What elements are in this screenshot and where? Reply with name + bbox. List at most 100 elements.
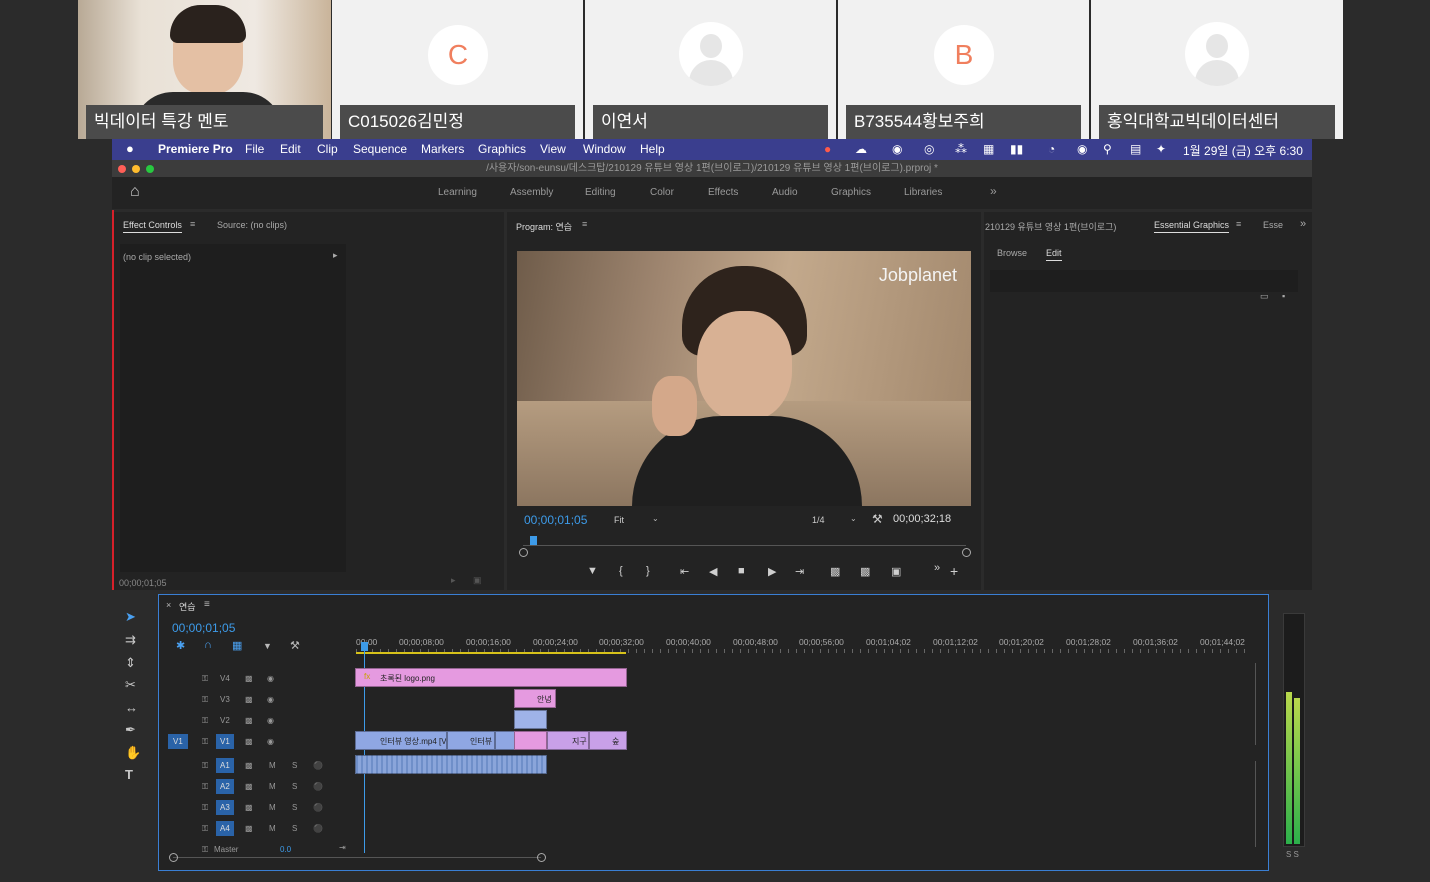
monitor-zoom-end[interactable] xyxy=(962,548,971,557)
workspace-color[interactable]: Color xyxy=(650,187,674,198)
lock-icon[interactable]: ⚿ xyxy=(202,782,208,792)
vertical-scrollbar-audio[interactable] xyxy=(1255,761,1256,847)
microphone-icon[interactable]: ⚫ xyxy=(313,824,323,833)
stop-icon[interactable]: ■ xyxy=(738,565,745,577)
sync-lock-icon[interactable]: ▩ xyxy=(245,761,253,770)
filter-icon[interactable]: ▸ xyxy=(451,575,456,586)
go-to-end-icon[interactable]: ⇥ xyxy=(339,843,346,852)
insert-sequence-icon[interactable]: ▦ xyxy=(232,639,242,652)
lock-icon[interactable]: ⚿ xyxy=(202,674,208,684)
more-workspaces-icon[interactable]: » xyxy=(990,184,997,198)
sync-lock-icon[interactable]: ▩ xyxy=(245,695,253,704)
sync-lock-icon[interactable]: ▩ xyxy=(245,803,253,812)
track-header-v4[interactable]: ⚿ V4 ▩ ◉ xyxy=(159,669,354,689)
tab-project[interactable]: 210129 유튜브 영상 1편(브이로그) xyxy=(985,220,1116,233)
user-icon[interactable]: ◉ xyxy=(1077,142,1087,156)
menu-sequence[interactable]: Sequence xyxy=(353,142,407,156)
workspace-effects[interactable]: Effects xyxy=(708,187,738,198)
bluetooth-icon[interactable]: ⁂ xyxy=(955,142,967,156)
menu-markers[interactable]: Markers xyxy=(421,142,464,156)
scroll-handle-left[interactable] xyxy=(169,853,178,862)
track-header-a3[interactable]: ⚿ A3 ▩ M S ⚫ xyxy=(159,798,354,818)
selection-tool-icon[interactable]: ➤ xyxy=(125,609,136,625)
clip-forest[interactable]: 숲 xyxy=(589,731,627,750)
solo-icon[interactable]: S xyxy=(292,782,297,791)
menu-graphics[interactable]: Graphics xyxy=(478,142,526,156)
horizontal-scrollbar[interactable] xyxy=(173,857,541,858)
add-marker-icon[interactable]: ▼ xyxy=(263,641,272,651)
lock-icon[interactable]: ⚿ xyxy=(202,716,208,726)
lock-icon[interactable]: ⚿ xyxy=(202,845,208,855)
ripple-edit-tool-icon[interactable]: ⇕ xyxy=(125,655,136,671)
pen-tool-icon[interactable]: ✒ xyxy=(125,722,136,738)
menu-clock[interactable]: 1월 29일 (금) 오후 6:30 xyxy=(1183,142,1303,159)
menu-window[interactable]: Window xyxy=(583,142,626,156)
monitor-zoom-start[interactable] xyxy=(519,548,528,557)
tab-source[interactable]: Source: (no clips) xyxy=(217,220,287,230)
monitor-scrub-bar[interactable] xyxy=(523,545,966,546)
go-to-out-icon[interactable]: ⇥ xyxy=(795,565,804,578)
playhead-handle[interactable] xyxy=(361,642,368,651)
track-header-v1[interactable]: V1 ⚿ V1 ▩ ◉ xyxy=(159,732,354,752)
track-header-v3[interactable]: ⚿ V3 ▩ ◉ xyxy=(159,690,354,710)
wrench-icon[interactable]: ⚒ xyxy=(872,512,883,526)
export-icon[interactable]: ▣ xyxy=(473,575,482,586)
clip-audio-a1[interactable] xyxy=(355,755,547,774)
track-header-a1[interactable]: ⚿ A1 ▩ M S ⚫ xyxy=(159,756,354,776)
participant-tile-mentor[interactable]: 빅데이터 특강 멘토 xyxy=(78,0,331,139)
panel-menu-icon[interactable]: ≡ xyxy=(582,219,587,229)
go-to-in-icon[interactable]: ⇤ xyxy=(680,565,689,578)
clip-interview-2[interactable]: 인터뷰 xyxy=(447,731,495,750)
mute-icon[interactable]: M xyxy=(269,803,276,812)
slip-tool-icon[interactable]: ↔ xyxy=(125,700,138,715)
mute-icon[interactable]: M xyxy=(269,782,276,791)
program-timecode[interactable]: 00;00;01;05 xyxy=(524,513,587,527)
track-header-v2[interactable]: ⚿ V2 ▩ ◉ xyxy=(159,711,354,731)
close-sequence-icon[interactable]: × xyxy=(166,600,171,610)
tab-essential-graphics[interactable]: Essential Graphics xyxy=(1154,220,1230,233)
lock-icon[interactable]: ⚿ xyxy=(202,695,208,705)
clip-v1-pink[interactable] xyxy=(514,731,547,750)
lock-icon[interactable]: ⚿ xyxy=(202,737,208,747)
eye-icon[interactable]: ◉ xyxy=(267,674,274,683)
mark-out-icon[interactable]: } xyxy=(646,565,650,577)
solo-icon[interactable]: S xyxy=(292,824,297,833)
sync-lock-icon[interactable]: ▩ xyxy=(245,824,253,833)
keyboard-icon[interactable]: ▦ xyxy=(983,142,994,156)
participant-tile-c[interactable]: C C015026김민정 xyxy=(332,0,583,139)
clip-title-annyeong[interactable]: 안녕 xyxy=(514,689,556,708)
new-layer-folder-icon[interactable]: ▭ xyxy=(1260,291,1269,302)
sync-lock-icon[interactable]: ▩ xyxy=(245,674,253,683)
mark-in-icon[interactable]: { xyxy=(619,565,623,577)
more-controls-icon[interactable]: » xyxy=(934,562,940,574)
master-volume-value[interactable]: 0.0 xyxy=(280,845,291,854)
eye-icon[interactable]: ◉ xyxy=(267,737,274,746)
workspace-audio[interactable]: Audio xyxy=(772,187,798,198)
workspace-learning[interactable]: Learning xyxy=(438,187,477,198)
fit-dropdown[interactable]: Fit xyxy=(614,515,624,525)
type-tool-icon[interactable]: T xyxy=(125,767,133,782)
menu-clip[interactable]: Clip xyxy=(317,142,338,156)
step-back-icon[interactable]: ◀ xyxy=(709,565,717,578)
expand-arrow-icon[interactable]: ▸ xyxy=(333,250,338,261)
menu-app-name[interactable]: Premiere Pro xyxy=(158,142,233,156)
snap-icon[interactable]: ✱ xyxy=(176,639,185,652)
battery-icon[interactable]: ▮▮ xyxy=(1010,142,1023,156)
clip-earth[interactable]: 지구 xyxy=(547,731,589,750)
wifi-icon[interactable]: ◔ xyxy=(1048,142,1055,156)
menu-help[interactable]: Help xyxy=(640,142,665,156)
lock-icon[interactable]: ⚿ xyxy=(202,761,208,771)
participant-tile-person2[interactable]: 홍익대학교빅데이터센터 xyxy=(1091,0,1343,139)
participant-tile-b[interactable]: B B735544황보주희 xyxy=(838,0,1089,139)
sync-lock-icon[interactable]: ▩ xyxy=(245,737,253,746)
sync-icon[interactable]: ◎ xyxy=(924,142,934,156)
source-patch-v1[interactable]: V1 xyxy=(168,734,188,749)
record-icon[interactable]: ● xyxy=(824,142,831,156)
mute-icon[interactable]: M xyxy=(269,761,276,770)
meter-solo-label[interactable]: S S xyxy=(1286,850,1299,859)
microphone-icon[interactable]: ⚫ xyxy=(313,782,323,791)
panel-menu-icon[interactable]: ≡ xyxy=(1236,219,1241,229)
siri-icon[interactable]: ✦ xyxy=(1156,142,1166,156)
new-layer-icon[interactable]: ▪ xyxy=(1282,291,1285,301)
apple-icon[interactable]: ● xyxy=(126,141,134,156)
